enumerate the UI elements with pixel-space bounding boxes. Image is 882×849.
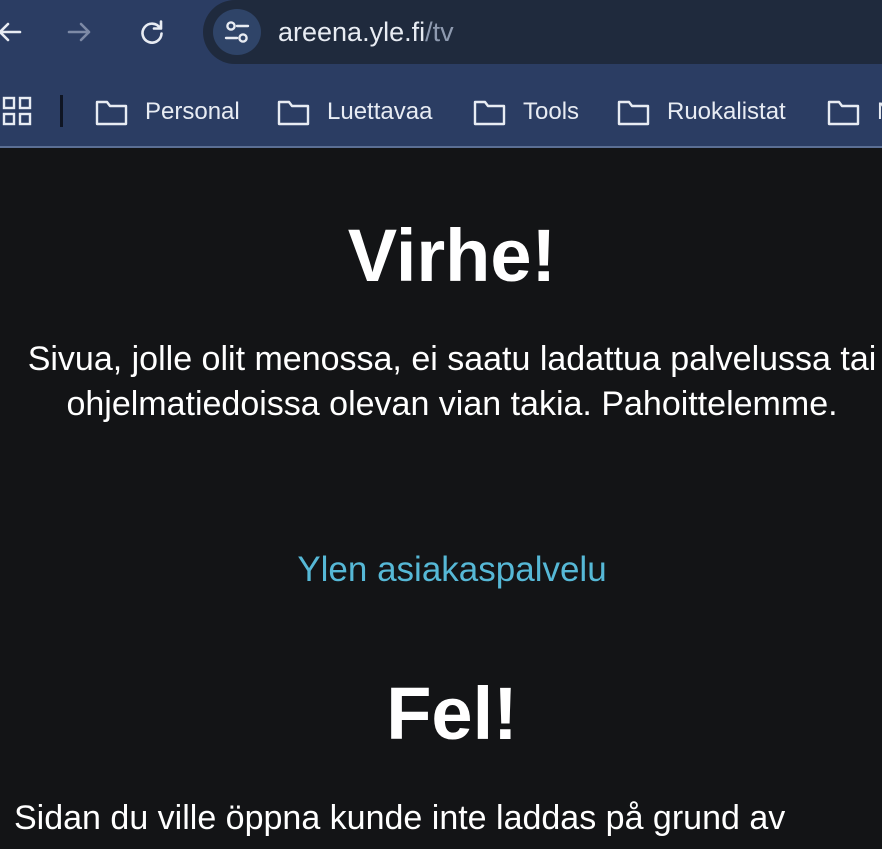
site-settings-button[interactable] — [213, 9, 261, 55]
error-heading-fi: Virhe! — [347, 214, 557, 297]
bookmark-label: Personal — [145, 98, 240, 125]
url-path: /tv — [425, 17, 454, 47]
reload-button[interactable] — [132, 12, 172, 52]
error-message-sv: Sidan du ville öppna kunde inte laddas p… — [14, 799, 786, 837]
customer-service-link[interactable]: Ylen asiakaspalvelu — [0, 548, 882, 592]
bookmark-folder-tools[interactable]: Tools — [473, 94, 579, 130]
folder-icon — [617, 100, 650, 126]
folder-icon — [95, 100, 128, 126]
back-arrow-icon — [0, 22, 22, 42]
error-heading-sv: Fel! — [386, 672, 518, 755]
bookmark-label: N — [877, 98, 882, 126]
address-bar[interactable]: areena.yle.fi/tv — [203, 0, 882, 64]
folder-icon — [827, 100, 860, 126]
bookmark-label: Tools — [523, 98, 580, 125]
error-message-fi: Sivua, jolle olit menossa, ei saatu lada… — [27, 340, 877, 423]
bookmark-label: Ruokalistat — [667, 98, 786, 125]
bookmarks-bar: Personal Luettavaa Tools Ruokalistat N — [0, 64, 882, 148]
folder-icon — [473, 100, 506, 126]
bookmarks-divider — [60, 95, 63, 127]
bookmark-folder-personal[interactable]: Personal — [95, 94, 240, 130]
bookmark-folder-luettavaa[interactable]: Luettavaa — [277, 94, 432, 130]
forward-button[interactable] — [59, 12, 99, 52]
site-settings-icon — [224, 21, 250, 43]
bookmark-label: Luettavaa — [327, 98, 433, 125]
browser-toolbar: areena.yle.fi/tv — [0, 0, 882, 64]
forward-arrow-icon — [67, 22, 91, 42]
page-content: Virhe! Sivua, jolle olit menossa, ei saa… — [0, 148, 882, 849]
bookmark-folder-n[interactable]: N — [827, 94, 882, 130]
apps-grid-icon[interactable] — [2, 96, 32, 126]
back-button[interactable] — [0, 12, 30, 52]
url-text[interactable]: areena.yle.fi/tv — [278, 16, 454, 48]
reload-icon — [141, 20, 163, 44]
folder-icon — [277, 100, 310, 126]
bookmark-folder-ruokalistat[interactable]: Ruokalistat — [617, 94, 786, 130]
url-host: areena.yle.fi — [278, 17, 426, 47]
